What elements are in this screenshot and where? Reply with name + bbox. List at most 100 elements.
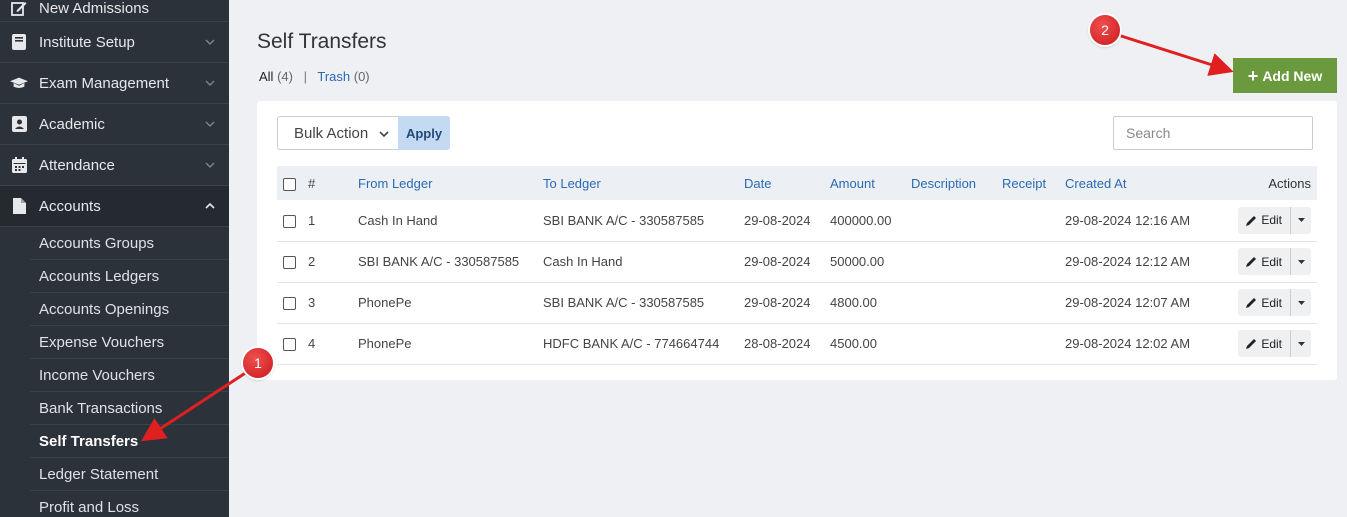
sidebar-subitem-accounts-ledgers[interactable]: Accounts Ledgers bbox=[30, 260, 229, 293]
cell-actions: Edit bbox=[1225, 282, 1317, 323]
row-actions-dropdown[interactable] bbox=[1291, 248, 1311, 275]
filter-all[interactable]: All bbox=[259, 69, 273, 84]
graduation-cap-icon bbox=[10, 74, 28, 92]
sidebar-subitem-accounts-groups[interactable]: Accounts Groups bbox=[30, 227, 229, 260]
sidebar-subitem-self-transfers[interactable]: Self Transfers bbox=[30, 425, 229, 458]
calendar-icon bbox=[10, 156, 28, 174]
select-all-checkbox[interactable] bbox=[283, 177, 296, 191]
add-new-label: Add New bbox=[1262, 67, 1323, 84]
sidebar-item-label: New Admissions bbox=[39, 0, 150, 17]
cell-receipt bbox=[1002, 200, 1065, 241]
cell-date: 29-08-2024 bbox=[744, 295, 811, 310]
col-amount[interactable]: Amount bbox=[830, 166, 911, 200]
cell-from-ledger: PhonePe bbox=[358, 336, 412, 351]
row-actions: Edit bbox=[1238, 248, 1311, 275]
sidebar-item-label: Accounts bbox=[39, 197, 101, 215]
cell-date: 28-08-2024 bbox=[744, 336, 811, 351]
row-actions: Edit bbox=[1238, 206, 1311, 234]
row-actions-dropdown[interactable] bbox=[1291, 207, 1311, 234]
page-title: Self Transfers bbox=[257, 30, 387, 53]
row-actions-dropdown[interactable] bbox=[1291, 289, 1311, 316]
sidebar-subitem-income-vouchers[interactable]: Income Vouchers bbox=[30, 359, 229, 392]
chevron-up-icon bbox=[205, 202, 215, 209]
col-date[interactable]: Date bbox=[744, 166, 830, 200]
sidebar-item-exam-management[interactable]: Exam Management bbox=[0, 63, 229, 104]
col-to-ledger[interactable]: To Ledger bbox=[543, 166, 744, 200]
edit-label: Edit bbox=[1261, 254, 1282, 269]
row-select-cell bbox=[277, 323, 308, 364]
sidebar-subitem-ledger-statement[interactable]: Ledger Statement bbox=[30, 458, 229, 491]
sidebar-subitem-bank-transactions[interactable]: Bank Transactions bbox=[30, 392, 229, 425]
col-description[interactable]: Description bbox=[911, 166, 1002, 200]
chevron-down-icon bbox=[379, 131, 389, 138]
col-created-at[interactable]: Created At bbox=[1065, 166, 1225, 200]
caret-down-icon bbox=[1297, 259, 1305, 264]
edit-button[interactable]: Edit bbox=[1238, 289, 1291, 316]
accounts-submenu: Accounts Groups Accounts Ledgers Account… bbox=[0, 227, 229, 517]
bulk-action-select[interactable]: Bulk Action bbox=[277, 116, 399, 150]
table-row: 3 PhonePe SBI BANK A/C - 330587585 29-08… bbox=[277, 282, 1317, 323]
table-row: 1 Cash In Hand SBI BANK A/C - 330587585 … bbox=[277, 200, 1317, 241]
cell-actions: Edit bbox=[1225, 241, 1317, 282]
cell-description bbox=[911, 323, 1002, 364]
cell-amount: 50000.00 bbox=[830, 254, 885, 269]
row-checkbox[interactable] bbox=[283, 297, 296, 311]
search-input[interactable] bbox=[1113, 116, 1313, 150]
row-actions: Edit bbox=[1238, 289, 1311, 316]
cell-receipt bbox=[1002, 241, 1065, 282]
table-body: 1 Cash In Hand SBI BANK A/C - 330587585 … bbox=[277, 200, 1317, 364]
cell-description bbox=[911, 200, 1002, 241]
pencil-icon bbox=[1246, 298, 1257, 308]
row-checkbox[interactable] bbox=[283, 256, 296, 270]
caret-down-icon bbox=[1297, 300, 1305, 305]
sidebar-item-academic[interactable]: Academic bbox=[0, 104, 229, 145]
sidebar-subitem-accounts-openings[interactable]: Accounts Openings bbox=[30, 293, 229, 326]
table-row: 4 PhonePe HDFC BANK A/C - 774664744 28-0… bbox=[277, 323, 1317, 364]
book-icon bbox=[10, 33, 28, 51]
sidebar-item-new-admissions[interactable]: New Admissions bbox=[0, 0, 229, 22]
cell-number: 2 bbox=[308, 254, 316, 269]
edit-button[interactable]: Edit bbox=[1238, 206, 1291, 234]
cell-number: 1 bbox=[308, 212, 316, 228]
file-icon bbox=[10, 197, 28, 215]
cell-to-ledger: SBI BANK A/C - 330587585 bbox=[543, 212, 705, 228]
cell-from-ledger: SBI BANK A/C - 330587585 bbox=[358, 254, 520, 269]
transfers-card: Bulk Action Apply # From Ledger To Ledge… bbox=[257, 101, 1337, 380]
sidebar-subitem-expense-vouchers[interactable]: Expense Vouchers bbox=[30, 326, 229, 359]
filter-separator: | bbox=[303, 69, 307, 84]
edit-label: Edit bbox=[1261, 336, 1282, 351]
cell-to-ledger: Cash In Hand bbox=[543, 254, 623, 269]
pencil-icon bbox=[1246, 215, 1257, 226]
sidebar-item-attendance[interactable]: Attendance bbox=[0, 145, 229, 186]
main-content: Self Transfers All (4) | Trash (0) + Add… bbox=[229, 0, 1347, 517]
apply-button[interactable]: Apply bbox=[398, 116, 450, 150]
col-receipt[interactable]: Receipt bbox=[1002, 166, 1065, 200]
cell-created-at: 29-08-2024 12:12 AM bbox=[1065, 254, 1191, 269]
sidebar-item-institute-setup[interactable]: Institute Setup bbox=[0, 22, 229, 63]
sidebar-subitem-profit-and-loss[interactable]: Profit and Loss bbox=[30, 491, 229, 517]
add-new-button[interactable]: + Add New bbox=[1233, 58, 1337, 93]
col-from-ledger[interactable]: From Ledger bbox=[358, 166, 543, 200]
row-checkbox[interactable] bbox=[283, 338, 296, 352]
status-filters: All (4) | Trash (0) bbox=[259, 69, 370, 84]
cell-created-at: 29-08-2024 12:16 AM bbox=[1065, 212, 1191, 228]
row-actions-dropdown[interactable] bbox=[1291, 330, 1311, 357]
caret-down-icon bbox=[1297, 218, 1305, 223]
cell-receipt bbox=[1002, 323, 1065, 364]
cell-date: 29-08-2024 bbox=[744, 254, 811, 269]
sidebar-item-accounts[interactable]: Accounts bbox=[0, 186, 229, 227]
sidebar-item-label: Institute Setup bbox=[39, 33, 135, 51]
plus-icon: + bbox=[1247, 65, 1259, 86]
col-number: # bbox=[308, 175, 316, 191]
chevron-down-icon bbox=[205, 162, 215, 168]
filter-all-count: (4) bbox=[277, 69, 293, 84]
cell-number: 3 bbox=[308, 295, 316, 310]
edit-icon bbox=[10, 0, 28, 17]
filter-trash[interactable]: Trash bbox=[317, 69, 350, 84]
edit-button[interactable]: Edit bbox=[1238, 330, 1291, 357]
id-card-icon bbox=[10, 115, 28, 133]
row-checkbox[interactable] bbox=[283, 214, 296, 228]
col-actions: Actions bbox=[1268, 175, 1311, 191]
table-header-row: # From Ledger To Ledger Date Amount Desc… bbox=[277, 166, 1317, 200]
edit-button[interactable]: Edit bbox=[1238, 248, 1291, 275]
